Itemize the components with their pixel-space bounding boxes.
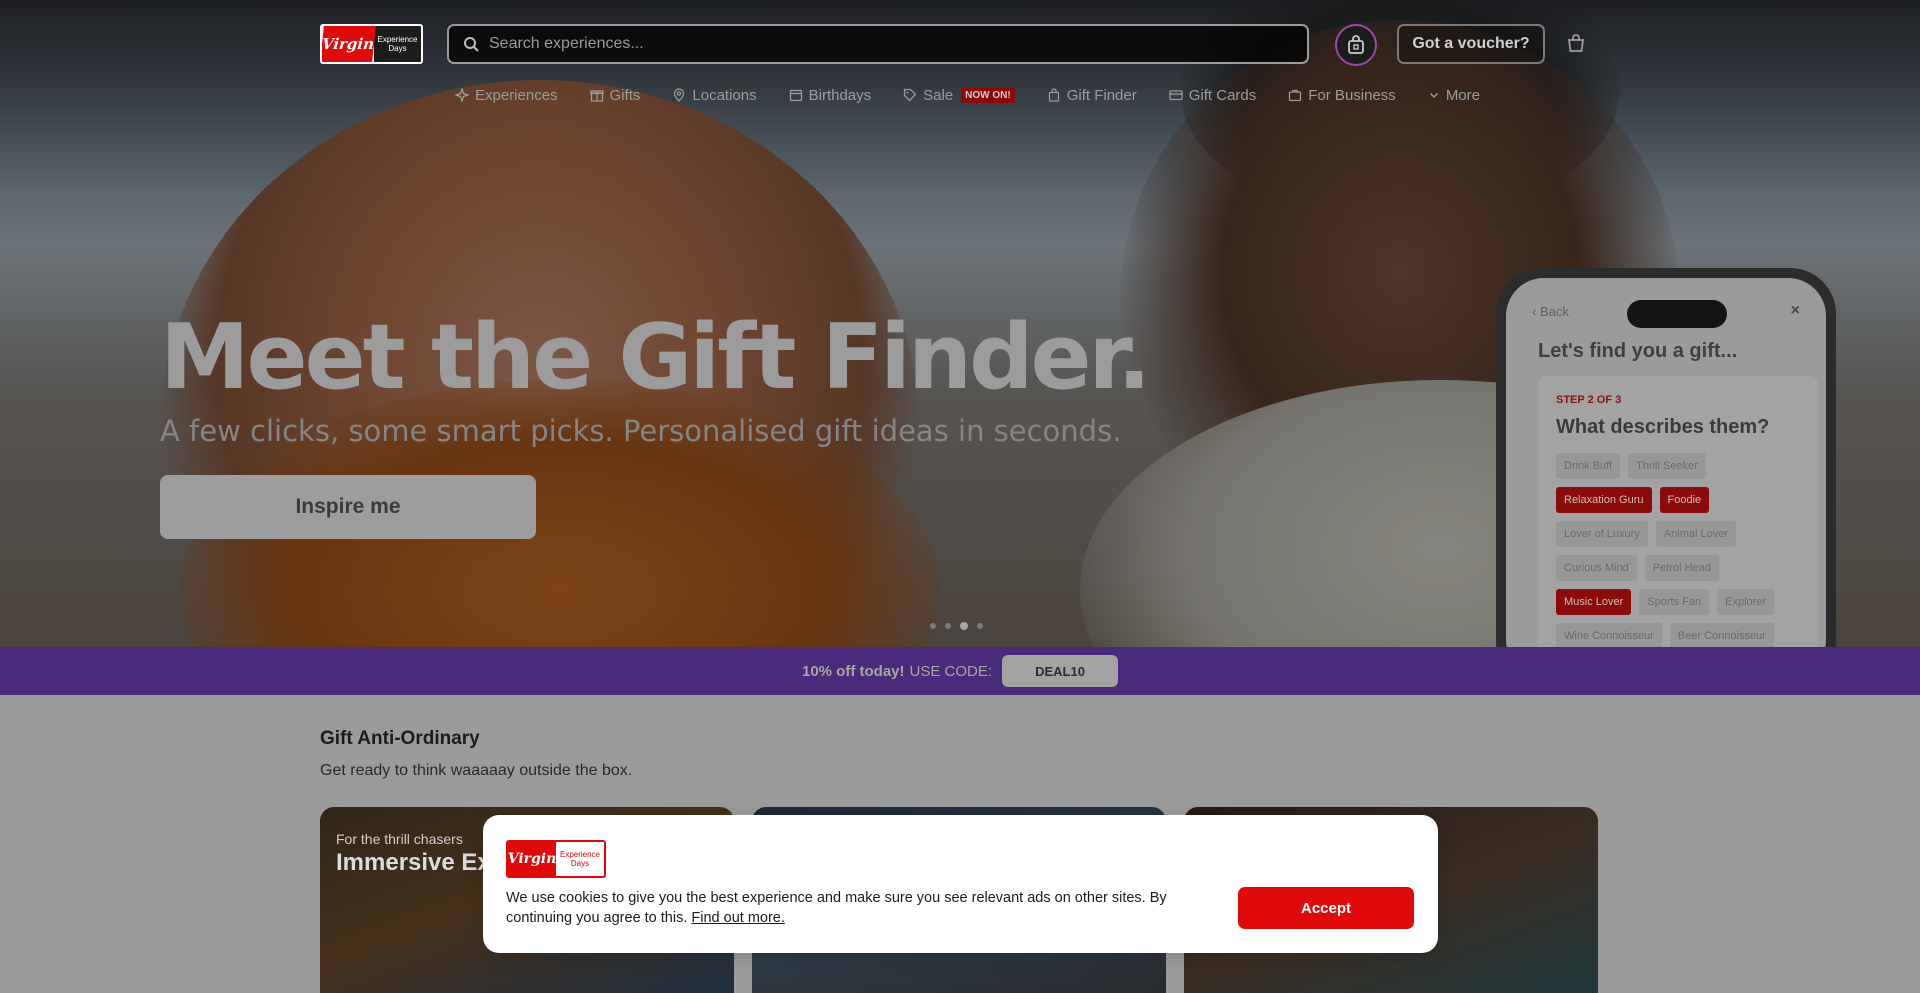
phone-question-card: STEP 2 OF 3 What describes them? Drink B…: [1538, 376, 1818, 647]
site-logo[interactable]: Virgin Experience Days: [320, 24, 423, 64]
briefcase-icon: [1289, 89, 1302, 102]
logo-text: Experience Days: [374, 26, 421, 62]
nav-item-birthdays[interactable]: Birthdays: [789, 86, 872, 104]
hero-subheadline: A few clicks, some smart picks. Personal…: [160, 414, 1122, 448]
nav-label: Sale: [923, 86, 954, 104]
phone-tag: Foodie: [1659, 487, 1710, 513]
main-nav: Experiences Gifts Locations Birthdays Sa…: [455, 84, 1512, 106]
carousel-dot-active[interactable]: [960, 622, 968, 630]
phone-tag: Petrol Head: [1644, 555, 1719, 581]
phone-title: Let's find you a gift...: [1538, 340, 1738, 362]
logo-line1: Experience: [559, 850, 601, 859]
location-pin-icon: [674, 88, 685, 102]
nav-item-sale[interactable]: Sale NOW ON!: [903, 87, 1015, 104]
logo-line2: Days: [570, 859, 590, 868]
nav-item-for-business[interactable]: For Business: [1288, 87, 1396, 104]
nav-label: Gift Cards: [1188, 86, 1257, 104]
phone-mockup: ‹ Back × Let's find you a gift... STEP 2…: [1496, 268, 1836, 647]
hero-banner: Virgin ExperienceDays Got a voucher? Exp…: [0, 0, 1920, 647]
nav-label: Birthdays: [808, 86, 872, 104]
phone-tag: Curious Mind: [1556, 555, 1637, 581]
logo-mark: Virgin: [322, 26, 376, 62]
sale-badge: NOW ON!: [961, 87, 1015, 103]
section-subtitle: Get ready to think waaaaay outside the b…: [320, 762, 633, 779]
tag-icon: [903, 88, 917, 102]
cookie-logo: Virgin Experience Days: [506, 840, 606, 878]
nav-label: Gift Finder: [1066, 86, 1137, 104]
find-out-more-link[interactable]: Find out more.: [691, 910, 785, 926]
search-bar[interactable]: [447, 24, 1309, 64]
chevron-down-icon: [1429, 92, 1438, 99]
phone-tag: Explorer: [1717, 589, 1775, 615]
promo-code-button[interactable]: DEAL10: [1002, 655, 1119, 687]
phone-dynamic-island: [1627, 300, 1727, 328]
cookie-message: We use cookies to give you the best expe…: [506, 888, 1206, 928]
phone-tag: Thrill Seeker: [1628, 453, 1706, 479]
carousel-dot[interactable]: [930, 623, 936, 629]
section-title: Gift Anti-Ordinary: [320, 728, 480, 749]
nav-item-gift-cards[interactable]: Gift Cards: [1169, 86, 1257, 104]
gift-icon: [589, 90, 604, 102]
nav-label: Locations: [692, 86, 757, 104]
inspire-me-button[interactable]: Inspire me: [160, 475, 536, 539]
nav-label: More: [1445, 86, 1480, 104]
carousel-dot[interactable]: [977, 623, 983, 629]
phone-screen: ‹ Back × Let's find you a gift... STEP 2…: [1506, 278, 1826, 647]
gift-finder-icon: [1048, 88, 1059, 102]
nav-item-experiences[interactable]: Experiences: [455, 87, 558, 104]
promo-headline: 10% off today!: [801, 662, 905, 680]
cookie-banner: Virgin Experience Days We use cookies to …: [483, 815, 1438, 953]
cookie-message-text: We use cookies to give you the best expe…: [506, 890, 1167, 926]
nav-item-gifts[interactable]: Gifts: [589, 86, 641, 104]
close-icon: ×: [1790, 302, 1800, 319]
phone-tag: Relaxation Guru: [1556, 487, 1652, 513]
carousel-dots: [930, 622, 983, 630]
promo-text: USE CODE:: [909, 662, 993, 680]
card-icon: [1169, 90, 1183, 101]
calendar-icon: [789, 89, 802, 102]
phone-tag: Lover of Luxury: [1556, 521, 1648, 547]
phone-back-link: ‹ Back: [1532, 304, 1569, 319]
phone-tag: Beer Connoisseur: [1669, 623, 1774, 647]
phone-tag: Wine Connoisseur: [1556, 623, 1662, 647]
logo-mark: Virgin: [508, 842, 556, 876]
search-input[interactable]: [489, 35, 1307, 53]
nav-item-more[interactable]: More: [1428, 87, 1480, 104]
logo-line1: Experience: [377, 35, 418, 44]
gift-finder-button[interactable]: [1335, 24, 1377, 66]
search-icon: [464, 37, 479, 52]
tile-kicker: For the thrill chasers: [336, 831, 463, 847]
nav-item-locations[interactable]: Locations: [672, 86, 757, 104]
nav-label: Gifts: [609, 86, 641, 104]
gift-bag-icon: [1348, 35, 1364, 54]
carousel-dot[interactable]: [945, 623, 951, 629]
phone-tag: Sports Fan: [1639, 589, 1710, 615]
sparkle-icon: [455, 88, 469, 102]
phone-back-label: Back: [1539, 304, 1569, 319]
logo-line2: Days: [388, 44, 407, 53]
accept-cookies-button[interactable]: Accept: [1238, 887, 1414, 929]
page: Virgin ExperienceDays Got a voucher? Exp…: [0, 0, 1920, 993]
basket-icon[interactable]: [1565, 32, 1587, 54]
nav-label: For Business: [1308, 86, 1396, 104]
nav-label: Experiences: [475, 86, 558, 104]
phone-tag: Drink Buff: [1556, 453, 1621, 479]
nav-item-gift-finder[interactable]: Gift Finder: [1047, 87, 1137, 104]
phone-tag-list: Drink Buff Thrill Seeker Relaxation Guru Fo…: [1556, 453, 1800, 647]
voucher-button[interactable]: Got a voucher?: [1397, 24, 1545, 64]
promo-banner: 10% off today! USE CODE: DEAL10: [0, 647, 1920, 695]
phone-step-label: STEP 2 OF 3: [1556, 394, 1622, 406]
phone-tag: Animal Lover: [1655, 521, 1737, 547]
phone-question: What describes them?: [1556, 416, 1770, 438]
phone-tag: Music Lover: [1556, 589, 1632, 615]
logo-text: Experience Days: [556, 842, 604, 876]
hero-headline: Meet the Gift Finder.: [160, 305, 1151, 410]
